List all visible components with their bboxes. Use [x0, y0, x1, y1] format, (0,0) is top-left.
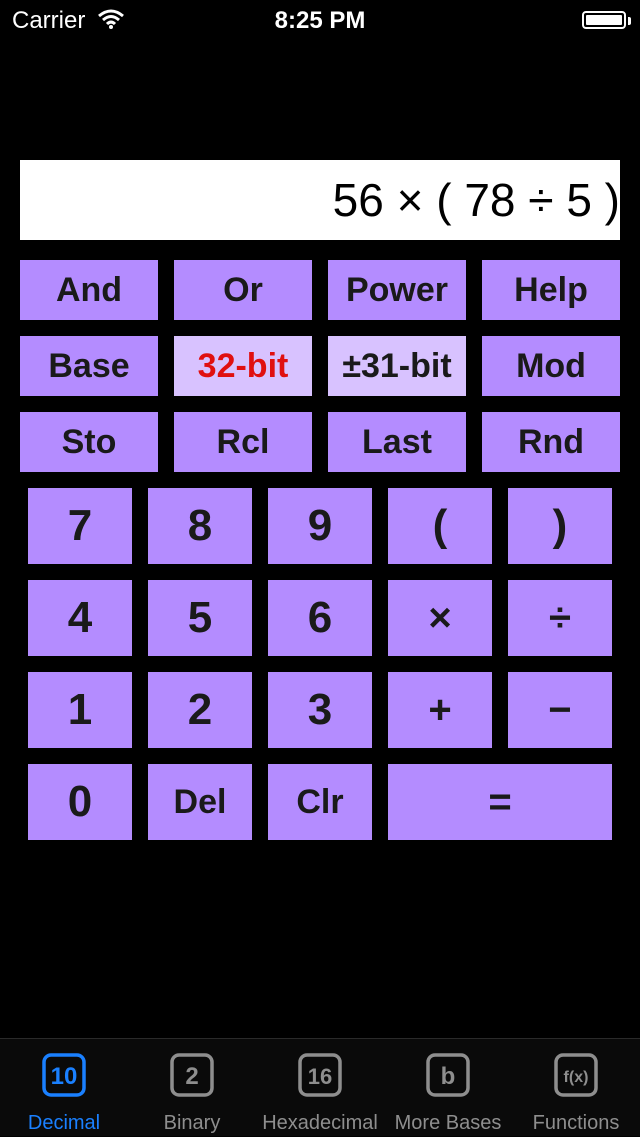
tab-bar: 10 Decimal 2 Binary 16 Hexadecimal b Mor…: [0, 1038, 640, 1136]
open-paren-button[interactable]: (: [388, 488, 492, 564]
help-button[interactable]: Help: [482, 260, 620, 320]
delete-button[interactable]: Del: [148, 764, 252, 840]
svg-text:2: 2: [185, 1063, 198, 1090]
digit-3-button[interactable]: 3: [268, 672, 372, 748]
power-button[interactable]: Power: [328, 260, 466, 320]
multiply-button[interactable]: ×: [388, 580, 492, 656]
decimal-10-icon: 10: [42, 1053, 86, 1097]
status-time: 8:25 PM: [274, 7, 366, 34]
digit-9-button[interactable]: 9: [268, 488, 372, 564]
bit32-toggle[interactable]: 32-bit: [174, 336, 312, 396]
tab-functions-label: Functions: [532, 1112, 620, 1134]
plus-button[interactable]: +: [388, 672, 492, 748]
calculator-display: 56 × ( 78 ÷ 5 ): [20, 160, 620, 240]
digit-0-button[interactable]: 0: [28, 764, 132, 840]
digit-2-button[interactable]: 2: [148, 672, 252, 748]
svg-text:10: 10: [51, 1063, 78, 1090]
tab-binary[interactable]: 2 Binary: [128, 1039, 256, 1137]
equals-button[interactable]: =: [388, 764, 612, 840]
svg-text:f(x): f(x): [564, 1069, 589, 1086]
display-expression: 56 × ( 78 ÷ 5 ): [332, 174, 620, 226]
tab-decimal-label: Decimal: [27, 1112, 101, 1134]
last-button[interactable]: Last: [328, 412, 466, 472]
svg-text:16: 16: [308, 1064, 332, 1089]
digit-5-button[interactable]: 5: [148, 580, 252, 656]
tab-decimal[interactable]: 10 Decimal: [0, 1039, 128, 1137]
close-paren-button[interactable]: ): [508, 488, 612, 564]
battery-icon: [582, 11, 626, 29]
digit-7-button[interactable]: 7: [28, 488, 132, 564]
tab-binary-label: Binary: [163, 1112, 221, 1134]
clear-button[interactable]: Clr: [268, 764, 372, 840]
and-button[interactable]: And: [20, 260, 158, 320]
minus-button[interactable]: −: [508, 672, 612, 748]
rnd-button[interactable]: Rnd: [482, 412, 620, 472]
digit-6-button[interactable]: 6: [268, 580, 372, 656]
tab-functions[interactable]: f(x) Functions: [512, 1039, 640, 1137]
tab-hexadecimal[interactable]: 16 Hexadecimal: [256, 1039, 384, 1137]
tab-more-bases-label: More Bases: [394, 1112, 502, 1134]
tab-hexadecimal-label: Hexadecimal: [262, 1112, 378, 1134]
mod-button[interactable]: Mod: [482, 336, 620, 396]
digit-4-button[interactable]: 4: [28, 580, 132, 656]
digit-8-button[interactable]: 8: [148, 488, 252, 564]
sto-button[interactable]: Sto: [20, 412, 158, 472]
svg-text:b: b: [441, 1063, 456, 1090]
battery-tip: [628, 17, 631, 25]
more-bases-b-icon: b: [426, 1053, 470, 1097]
functions-fx-icon: f(x): [554, 1053, 598, 1097]
divide-button[interactable]: ÷: [508, 580, 612, 656]
hexadecimal-16-icon: 16: [298, 1053, 342, 1097]
or-button[interactable]: Or: [174, 260, 312, 320]
base-button[interactable]: Base: [20, 336, 158, 396]
binary-2-icon: 2: [170, 1053, 214, 1097]
digit-1-button[interactable]: 1: [28, 672, 132, 748]
signed31-toggle[interactable]: ±31-bit: [328, 336, 466, 396]
rcl-button[interactable]: Rcl: [174, 412, 312, 472]
tab-more-bases[interactable]: b More Bases: [384, 1039, 512, 1137]
status-bar: Carrier 8:25 PM: [0, 0, 640, 40]
